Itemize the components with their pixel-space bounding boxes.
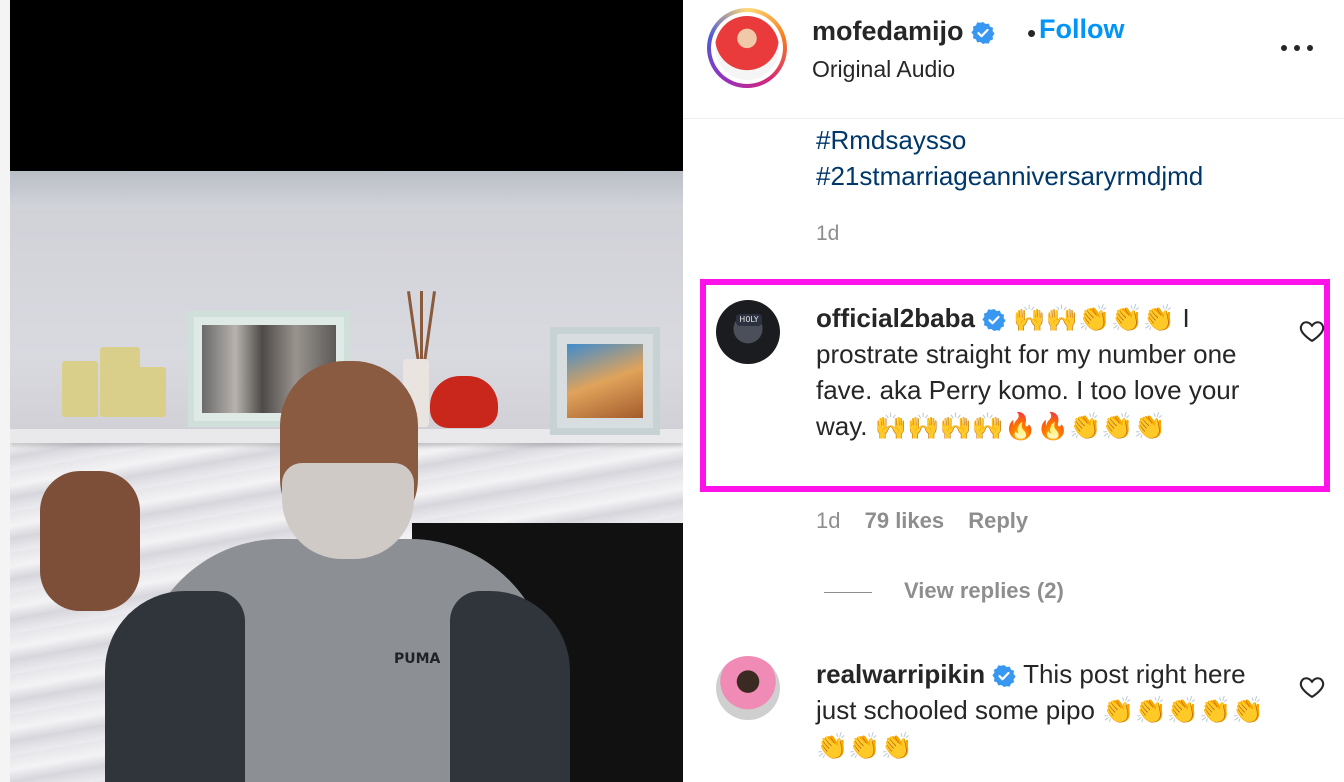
shirt-logo: PUMA (394, 651, 441, 667)
diffuser-reed (420, 291, 423, 363)
candle (62, 361, 98, 417)
caption-hashtags: #Rmdsaysso #21stmarriageanniversaryrmdjm… (816, 122, 1203, 194)
header-separator: • (1027, 18, 1037, 48)
view-replies-label[interactable]: View replies (2) (904, 578, 1064, 603)
candle (136, 367, 166, 417)
hashtag-link[interactable]: #21stmarriageanniversaryrmdjmd (816, 158, 1203, 194)
audio-label[interactable]: Original Audio (812, 56, 955, 83)
red-vase (430, 376, 498, 428)
verified-badge-icon (982, 309, 1006, 332)
post-panel: mofedamijo • Follow Original Audio #Rmds… (683, 0, 1344, 782)
hashtag-link[interactable]: #Rmdsaysso (816, 122, 1203, 158)
diffuser-reed (423, 291, 436, 363)
commenter-avatar[interactable]: H0LY (716, 300, 780, 364)
media-border (0, 0, 10, 782)
photo-frame-portrait (550, 327, 660, 435)
verified-badge-icon (971, 21, 995, 44)
author-avatar[interactable] (707, 8, 787, 88)
comment-username[interactable]: official2baba (816, 303, 975, 333)
heart-outline-icon[interactable] (1298, 673, 1326, 701)
heart-outline-icon[interactable] (1298, 317, 1326, 345)
candle (100, 347, 140, 417)
author-username[interactable]: mofedamijo (812, 16, 964, 46)
media-letterbox (10, 0, 683, 171)
reply-button[interactable]: Reply (968, 508, 1028, 533)
replies-divider (824, 591, 872, 593)
more-horizontal-icon[interactable] (1277, 30, 1317, 66)
post-timestamp: 1d (816, 222, 840, 245)
man-pointing-finger (72, 471, 94, 541)
comment-meta: 1d 79 likes Reply (816, 508, 1046, 534)
comment-likes[interactable]: 79 likes (865, 508, 945, 533)
comment: official2baba 🙌🙌👏👏👏 I prostrate straight… (816, 300, 1271, 444)
man-sleeve-right (450, 591, 570, 782)
verified-badge-icon (992, 665, 1016, 688)
post-header: mofedamijo • Follow Original Audio (683, 0, 1344, 119)
view-replies-button[interactable]: View replies (2) (824, 578, 1064, 604)
comment: realwarripikin This post right here just… (816, 656, 1271, 764)
comment-username[interactable]: realwarripikin (816, 659, 985, 689)
video-frame[interactable]: PUMA (10, 171, 683, 782)
comment-age: 1d (816, 508, 841, 533)
diffuser-reed (407, 291, 420, 363)
follow-button[interactable]: Follow (1039, 14, 1124, 45)
author-username-row[interactable]: mofedamijo (812, 16, 995, 47)
man-sleeve-left (105, 591, 245, 782)
cap-logo: H0LY (736, 314, 762, 326)
post-media[interactable]: PUMA (0, 0, 683, 782)
commenter-avatar[interactable] (716, 656, 780, 720)
scene-ceiling (10, 171, 683, 209)
